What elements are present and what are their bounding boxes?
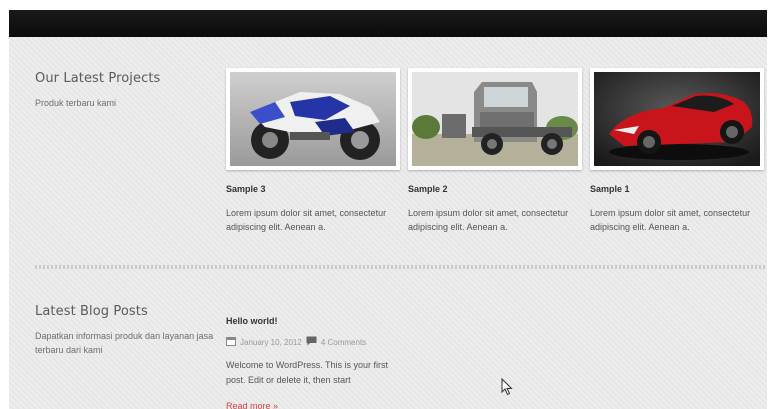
project-thumbnail-sample-2[interactable] [408,68,582,170]
project-description: Lorem ipsum dolor sit amet, consectetur … [226,208,387,232]
project-thumbnail-sample-1[interactable] [590,68,764,170]
project-title-sample-3[interactable]: Sample 3 [226,184,266,194]
red-car-image [594,72,760,166]
post-comments-link[interactable]: 4 Comments [321,338,366,347]
post-date: January 10, 2012 [240,337,302,347]
blog-section-subtitle: Dapatkan informasi produk dan layanan ja… [35,331,214,355]
project-description: Lorem ipsum dolor sit amet, consectetur … [590,208,751,232]
top-bar [9,10,767,37]
blog-post-title[interactable]: Hello world! [226,316,278,326]
calendar-icon [226,336,236,348]
mouse-cursor-icon [501,377,513,401]
section-divider [35,265,767,269]
project-title-sample-1[interactable]: Sample 1 [590,184,630,194]
blog-post-meta: January 10, 2012 4 Comments [226,336,366,348]
read-more-link[interactable]: Read more » [226,401,278,409]
projects-section-subtitle: Produk terbaru kami [35,98,117,108]
motorcycle-image [230,72,396,166]
blog-post-excerpt: Welcome to WordPress. This is your first… [226,360,389,385]
project-thumbnail-sample-3[interactable] [226,68,400,170]
truck-image [412,72,578,166]
page-frame: Our Latest Projects Produk terbaru kami [9,10,767,409]
project-description: Lorem ipsum dolor sit amet, consectetur … [408,208,569,232]
project-title-sample-2[interactable]: Sample 2 [408,184,448,194]
projects-section-title: Our Latest Projects [35,71,161,86]
blog-section-title: Latest Blog Posts [35,304,148,319]
comment-icon [306,336,317,348]
